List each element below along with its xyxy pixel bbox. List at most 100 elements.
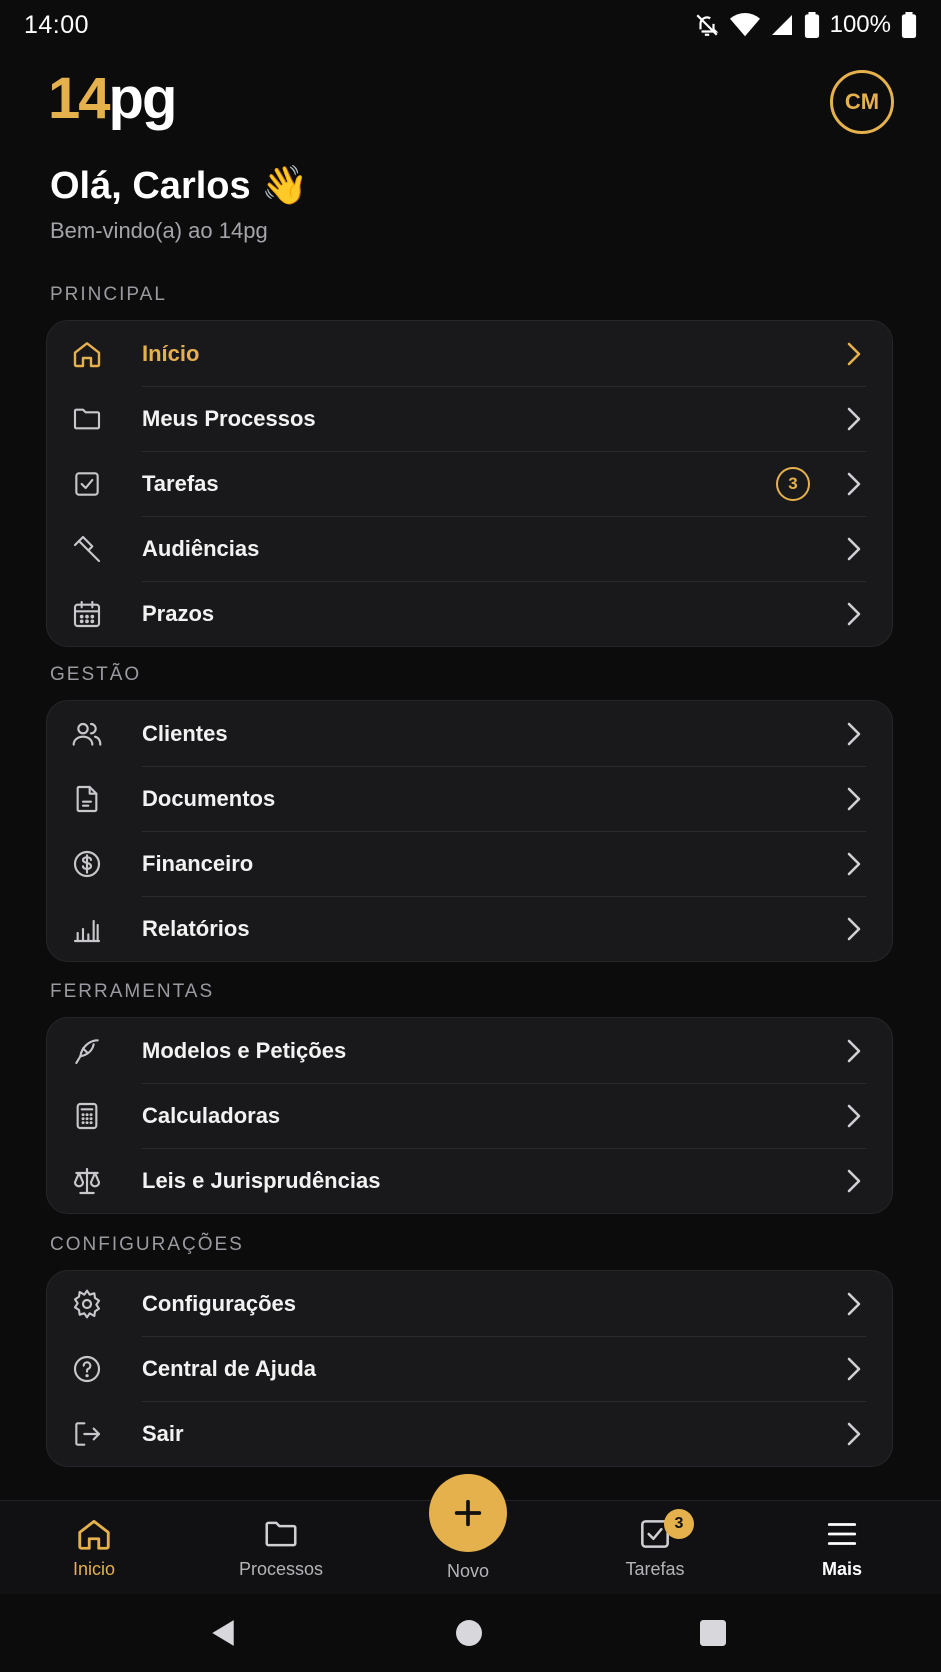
chevron-right-icon (847, 1039, 861, 1062)
menu-card-principal: Início Meus Processos Tarefas 3 Audiênci… (46, 320, 893, 647)
menu-item-label: Central de Ajuda (142, 1355, 316, 1381)
document-icon (71, 783, 103, 815)
greeting-subtitle: Bem-vindo(a) ao 14pg (50, 218, 268, 243)
status-time: 14:00 (24, 10, 90, 39)
bell-off-icon (696, 14, 718, 36)
nav-tab-inicio[interactable]: Inicio (19, 1501, 169, 1595)
chevron-right-icon (847, 917, 861, 940)
chevron-right-icon (847, 1357, 861, 1380)
chevron-right-icon (847, 787, 861, 810)
menu-item-clientes[interactable]: Clientes (47, 701, 892, 766)
menu-item-central-ajuda[interactable]: Central de Ajuda (47, 1336, 892, 1401)
nav-tab-tarefas[interactable]: Tarefas 3 (580, 1501, 730, 1595)
menu-item-modelos-peticoes[interactable]: Modelos e Petições (47, 1018, 892, 1083)
logout-icon (71, 1418, 103, 1450)
tasks-count-badge: 3 (664, 1509, 694, 1539)
system-nav-bar (0, 1594, 941, 1672)
menu-item-label: Financeiro (142, 850, 254, 876)
menu-item-audiencias[interactable]: Audiências (47, 516, 892, 581)
battery-level: 100% (829, 11, 891, 38)
nav-tab-mais[interactable]: Mais (767, 1501, 917, 1595)
section-label-configuracoes: CONFIGURAÇÕES (50, 1234, 244, 1255)
chevron-right-icon (847, 722, 861, 745)
menu-item-relatorios[interactable]: Relatórios (47, 896, 892, 961)
section-label-gestao: GESTÃO (50, 664, 142, 685)
folder-icon (265, 1521, 297, 1547)
chevron-right-icon (847, 1292, 861, 1315)
status-bar: 14:00 100% (0, 0, 941, 50)
greeting-title: Olá, Carlos 👋 (50, 165, 309, 207)
menu-item-label: Tarefas (142, 470, 219, 496)
avatar[interactable]: CM (830, 70, 894, 134)
nav-label: Processos (238, 1559, 324, 1579)
menu-item-documentos[interactable]: Documentos (47, 766, 892, 831)
checkbox-icon (71, 468, 103, 500)
chevron-right-icon (847, 537, 861, 560)
menu-item-label: Configurações (142, 1290, 297, 1316)
menu-item-label: Audiências (142, 535, 260, 561)
status-icons: 100% (694, 11, 917, 39)
menu-item-inicio[interactable]: Início (47, 321, 892, 386)
chevron-right-icon (847, 472, 861, 495)
dollar-icon (71, 848, 103, 880)
menu-item-label: Meus Processos (142, 405, 316, 431)
logo-number: 14 (48, 66, 110, 131)
nav-tab-processos[interactable]: Processos (206, 1501, 356, 1595)
scale-icon (71, 1165, 103, 1197)
back-icon[interactable] (210, 1618, 236, 1648)
menu-item-label: Sair (142, 1420, 184, 1446)
chevron-right-icon (847, 407, 861, 430)
app-logo[interactable]: 14pg (48, 70, 177, 128)
menu-item-label: Calculadoras (142, 1102, 281, 1128)
menu-card-gestao: Clientes Documentos Financeiro Relatório… (46, 700, 893, 962)
menu-item-label: Início (142, 340, 200, 366)
chevron-right-icon (847, 1104, 861, 1127)
home-button-icon[interactable] (456, 1620, 482, 1646)
nav-label: Tarefas (625, 1559, 685, 1579)
gear-icon (71, 1288, 103, 1320)
nav-label: Mais (821, 1559, 863, 1579)
menu-item-sair[interactable]: Sair (47, 1401, 892, 1466)
chevron-right-icon (847, 852, 861, 875)
menu-item-label: Clientes (142, 720, 228, 746)
home-icon (78, 1519, 110, 1550)
chevron-right-icon (847, 602, 861, 625)
menu-item-meus-processos[interactable]: Meus Processos (47, 386, 892, 451)
chevron-right-icon (847, 1169, 861, 1192)
menu-item-leis-jurisprudencias[interactable]: Leis e Jurisprudências (47, 1148, 892, 1213)
wifi-icon (729, 13, 760, 37)
menu-item-calculadoras[interactable]: Calculadoras (47, 1083, 892, 1148)
battery-icon (901, 12, 917, 38)
plus-icon (454, 1499, 482, 1527)
app-header: 14pg CM (0, 62, 941, 142)
menu-item-label: Prazos (142, 600, 215, 626)
chevron-right-icon (847, 1422, 861, 1445)
recents-icon[interactable] (700, 1620, 726, 1646)
menu-card-configuracoes: Configurações Central de Ajuda Sair (46, 1270, 893, 1467)
menu-item-configuracoes[interactable]: Configurações (47, 1271, 892, 1336)
help-icon (71, 1353, 103, 1385)
section-label-ferramentas: FERRAMENTAS (50, 981, 215, 1002)
menu-item-label: Modelos e Petições (142, 1037, 347, 1063)
users-icon (71, 718, 103, 750)
menu-item-label: Relatórios (142, 915, 250, 941)
chevron-right-icon (847, 342, 861, 365)
bar-chart-icon (71, 913, 103, 945)
menu-item-label: Leis e Jurisprudências (142, 1167, 381, 1193)
folder-icon (71, 403, 103, 435)
new-item-label: Novo (446, 1561, 490, 1581)
menu-card-ferramentas: Modelos e Petições Calculadoras Leis e J… (46, 1017, 893, 1214)
new-item-button[interactable] (429, 1474, 507, 1552)
battery-icon (804, 12, 819, 38)
pen-icon (71, 1035, 103, 1067)
menu-item-label: Documentos (142, 785, 276, 811)
nav-label: Inicio (72, 1559, 116, 1579)
menu-item-financeiro[interactable]: Financeiro (47, 831, 892, 896)
gavel-icon (71, 533, 103, 565)
logo-text: pg (108, 66, 178, 131)
tasks-count-badge: 3 (776, 466, 810, 501)
home-icon (71, 338, 103, 370)
menu-item-prazos[interactable]: Prazos (47, 581, 892, 646)
menu-icon (827, 1523, 857, 1545)
menu-item-tarefas[interactable]: Tarefas 3 (47, 451, 892, 516)
